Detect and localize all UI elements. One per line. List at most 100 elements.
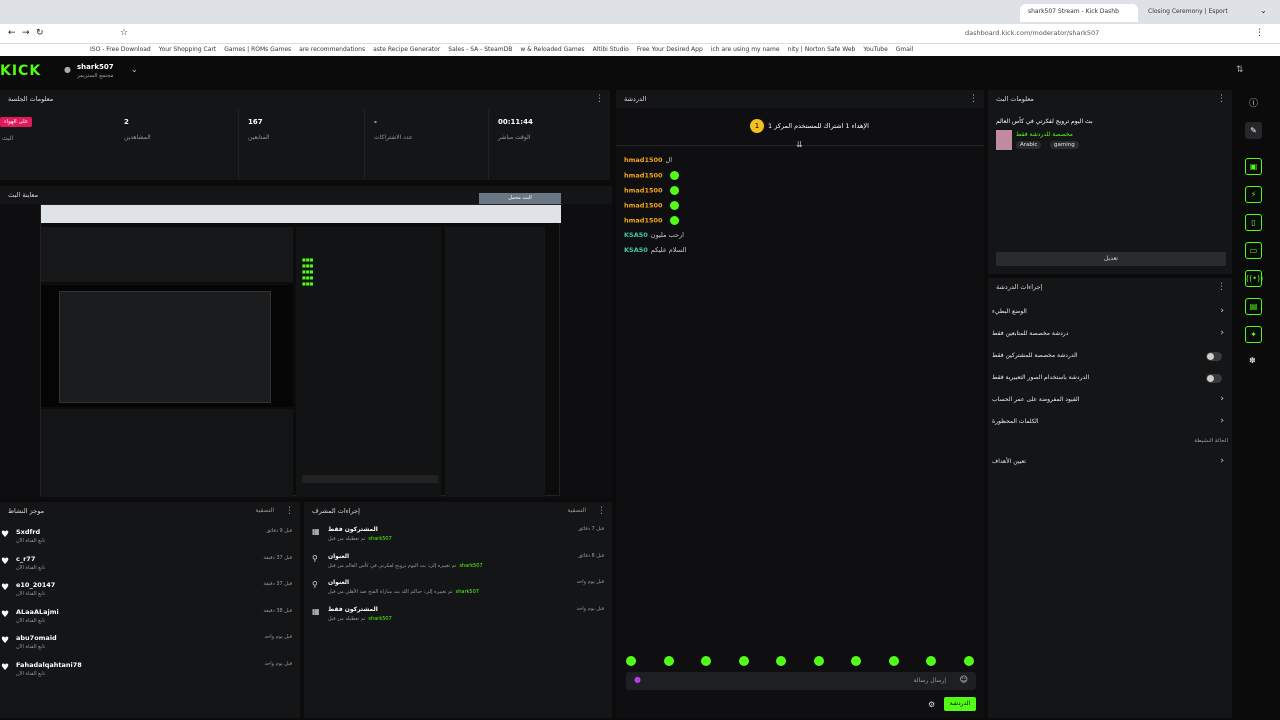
mod-action-item[interactable]: ⚲ العنوان تم تغييره إلى: حياكم الله بث مبا… bbox=[304, 577, 612, 601]
chat-username[interactable]: hmad1500 bbox=[624, 172, 663, 180]
kebab-icon[interactable]: ⋮ bbox=[1217, 282, 1226, 292]
send-chat-button[interactable]: الدردشة bbox=[944, 697, 976, 711]
url-field[interactable]: dashboard.kick.com/moderator/shark507 bbox=[965, 29, 1099, 37]
activity-username[interactable]: c_r77 bbox=[16, 555, 35, 563]
stream-preview-video[interactable]: البث محمل ■■■ ■■■ ■■■ ■■■ ■■■ bbox=[40, 193, 561, 497]
chat-message[interactable]: hmad1500 bbox=[624, 171, 679, 183]
bookmark-item[interactable]: aste Recipe Generator bbox=[373, 46, 440, 53]
kick-logo[interactable]: KICK bbox=[0, 63, 41, 79]
chat-username[interactable]: hmad1500 bbox=[624, 187, 663, 195]
browser-tab[interactable]: Closing Ceremony | Esport bbox=[1140, 4, 1250, 22]
tag-chip[interactable]: Arabic bbox=[1016, 141, 1042, 149]
rail-bolt-icon[interactable]: ⚡ bbox=[1245, 186, 1262, 203]
activity-item[interactable]: ♥ c_r77 تابع القناة الآن قبل 37 دقيقة bbox=[0, 553, 300, 577]
rail-chat-icon[interactable]: ▭ bbox=[1245, 242, 1262, 259]
rail-tool-icon[interactable]: ✦ bbox=[1245, 326, 1262, 343]
bookmark-item[interactable]: YouTube bbox=[863, 46, 887, 53]
emote-icon[interactable] bbox=[926, 656, 936, 666]
chat-action-item[interactable]: الدردشة مخصصة للمشتركين فقط bbox=[988, 348, 1232, 366]
forward-icon[interactable]: → bbox=[22, 28, 30, 38]
activity-username[interactable]: Fahadalqahtani78 bbox=[16, 661, 82, 669]
avatar[interactable]: ● bbox=[64, 65, 71, 74]
chat-message[interactable]: hmad1500 bbox=[624, 186, 679, 198]
bookmark-item[interactable]: Gmail bbox=[896, 46, 914, 53]
stream-category[interactable]: مخصصة للدردشة فقط bbox=[1016, 131, 1073, 138]
tag-chip[interactable]: gaming bbox=[1050, 141, 1079, 149]
chat-message[interactable]: KSA50 السلام عليكم bbox=[624, 246, 686, 258]
chat-action-item[interactable]: الدردشة باستخدام الصور التعبيرية فقط bbox=[988, 370, 1232, 388]
browser-tab-active[interactable]: shark507 Stream - Kick Dashb bbox=[1020, 4, 1138, 22]
bookmark-item[interactable]: Your Shopping Cart bbox=[159, 46, 217, 53]
mod-action-user[interactable]: shark507 bbox=[459, 563, 482, 569]
activity-item[interactable]: ♥ ALaaALajmi تابع القناة الآن قبل 38 دقيقة bbox=[0, 606, 300, 630]
emote-icon[interactable] bbox=[701, 656, 711, 666]
emote-icon[interactable] bbox=[738, 656, 749, 666]
toggle-switch[interactable] bbox=[1206, 352, 1222, 361]
chat-username[interactable]: KSA50 bbox=[624, 231, 648, 239]
back-icon[interactable]: ← bbox=[8, 28, 16, 38]
activity-username[interactable]: ALaaALajmi bbox=[16, 608, 59, 616]
menu-icon[interactable]: ⋮ bbox=[1255, 28, 1264, 38]
chat-message[interactable]: hmad1500 ال bbox=[624, 156, 672, 168]
emote-icon[interactable] bbox=[776, 656, 786, 666]
kebab-icon[interactable]: ⋮ bbox=[1217, 94, 1226, 104]
emote-icon[interactable] bbox=[851, 656, 861, 666]
chat-action-item[interactable]: الكلمات المحظورة › bbox=[988, 414, 1232, 432]
bookmark-item[interactable]: ISO - Free Download bbox=[90, 46, 151, 53]
bookmark-item[interactable]: w & Reloaded Games bbox=[520, 46, 584, 53]
kebab-icon[interactable]: ⋮ bbox=[969, 94, 978, 104]
chat-message[interactable]: hmad1500 bbox=[624, 216, 679, 228]
layout-icon[interactable]: ⇅ bbox=[1236, 65, 1244, 75]
mod-action-user[interactable]: shark507 bbox=[368, 536, 391, 542]
chat-username[interactable]: hmad1500 bbox=[624, 156, 663, 164]
kebab-icon[interactable]: ⋮ bbox=[595, 94, 604, 104]
star-icon[interactable]: ☆ bbox=[120, 28, 128, 38]
bookmark-item[interactable]: ich are using my name bbox=[711, 46, 780, 53]
chat-input-field[interactable]: ● إرسال رسالة ☺ bbox=[626, 672, 976, 690]
activity-username[interactable]: Sxdfrd bbox=[16, 528, 40, 536]
activity-username[interactable]: abu7omaid bbox=[16, 634, 57, 642]
chat-action-item[interactable]: القيود المفروضة على عمر الحساب › bbox=[988, 392, 1232, 410]
chat-message[interactable]: hmad1500 bbox=[624, 201, 679, 213]
chevron-down-icon[interactable]: ⌄ bbox=[131, 65, 138, 74]
rail-crop-icon[interactable]: ▣ bbox=[1245, 158, 1262, 175]
rail-phone-icon[interactable]: ▯ bbox=[1245, 214, 1262, 231]
bookmark-item[interactable]: nity | Norton Safe Web bbox=[788, 46, 856, 53]
activity-item[interactable]: ♥ e10_20147 تابع القناة الآن قبل 37 دقيقة bbox=[0, 579, 300, 603]
info-icon[interactable]: ⓘ bbox=[1249, 96, 1258, 109]
filter-button[interactable]: التصفية bbox=[567, 507, 586, 514]
chat-action-item[interactable]: دردشة مخصصة للمتابعين فقط › bbox=[988, 326, 1232, 344]
bookmark-item[interactable]: Games | ROMs Games bbox=[224, 46, 291, 53]
rail-extra-icon[interactable]: ✽ bbox=[1249, 356, 1256, 365]
goals-row[interactable]: تعيين الأهداف › bbox=[988, 454, 1232, 470]
emote-icon[interactable] bbox=[888, 656, 899, 666]
edit-pencil-icon[interactable]: ✎ bbox=[1245, 122, 1262, 139]
chat-username[interactable]: hmad1500 bbox=[624, 202, 663, 210]
mod-action-user[interactable]: shark507 bbox=[456, 589, 479, 595]
settings-gear-icon[interactable]: ⚙ bbox=[928, 700, 935, 709]
filter-button[interactable]: التصفية bbox=[255, 507, 274, 514]
mod-action-user[interactable]: shark507 bbox=[368, 616, 391, 622]
bookmark-item[interactable]: Altibi Studio bbox=[593, 46, 629, 53]
rail-panel-icon[interactable]: ▤ bbox=[1245, 298, 1262, 315]
chat-message[interactable]: KSA50 ارحب مليون bbox=[624, 231, 684, 243]
bookmark-item[interactable]: Sales - SA - SteamDB bbox=[448, 46, 512, 53]
activity-item[interactable]: ♥ Fahadalqahtani78 تابع القناة الآن قبل يوم… bbox=[0, 659, 300, 683]
window-menu-icon[interactable]: ⌄ bbox=[1260, 6, 1267, 15]
emote-icon[interactable] bbox=[663, 656, 674, 666]
bookmark-item[interactable]: are recommendations bbox=[299, 46, 365, 53]
emote-icon[interactable] bbox=[813, 656, 824, 666]
chat-username[interactable]: hmad1500 bbox=[624, 217, 663, 225]
toggle-switch[interactable] bbox=[1206, 374, 1222, 383]
activity-username[interactable]: e10_20147 bbox=[16, 581, 55, 589]
mod-action-item[interactable]: ⚲ العنوان تم تغييره إلى: بث اليوم ترويج لف… bbox=[304, 551, 612, 575]
activity-item[interactable]: ♥ abu7omaid تابع القناة الآن قبل يوم واحد bbox=[0, 632, 300, 656]
kebab-icon[interactable]: ⋮ bbox=[597, 506, 606, 516]
chat-username[interactable]: KSA50 bbox=[624, 246, 648, 254]
emoji-icon[interactable]: ☺ bbox=[960, 675, 968, 684]
edit-stream-info-button[interactable]: تعديل bbox=[996, 252, 1226, 266]
mod-action-item[interactable]: ▦ المشتركون فقط تم تعطيله من قبل shark507 قب… bbox=[304, 524, 612, 548]
rail-broadcast-icon[interactable]: ((•)) bbox=[1245, 270, 1263, 287]
chat-action-item[interactable]: الوضع البطيء › bbox=[988, 304, 1232, 322]
microphone-icon[interactable]: ● bbox=[634, 675, 641, 684]
